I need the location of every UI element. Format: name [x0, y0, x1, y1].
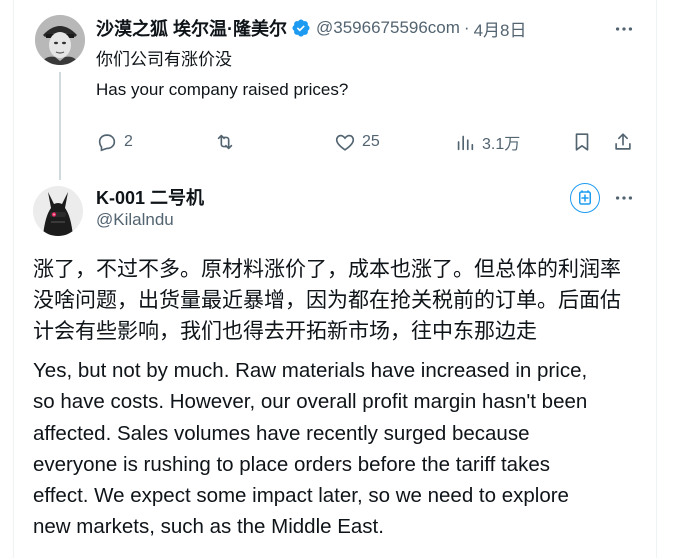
like-icon	[335, 134, 355, 151]
separator-dot: ·	[463, 18, 470, 37]
thread-connector-line	[59, 72, 61, 180]
retweet-icon	[217, 134, 233, 150]
share-icon	[615, 133, 631, 150]
reply-count: 2	[124, 133, 133, 150]
avatar-original-author[interactable]	[35, 15, 85, 65]
views-button[interactable]: 3.1万	[454, 128, 520, 156]
original-author-handle[interactable]: @3596675596com	[316, 18, 460, 38]
original-author-name[interactable]: 沙漠之狐 埃尔温·隆美尔	[96, 15, 287, 41]
bookmark-icon	[575, 133, 589, 151]
reply-author-handle[interactable]: @Kilalndu	[96, 210, 174, 230]
views-icon	[457, 135, 474, 151]
more-icon[interactable]	[613, 18, 635, 40]
avatar-reply-author[interactable]	[33, 186, 83, 236]
tweet-date[interactable]: 4月8日	[474, 16, 527, 41]
share-button[interactable]	[612, 128, 634, 156]
tweet-action-bar: 2 25 3.1万	[96, 128, 641, 156]
more-icon[interactable]	[613, 187, 635, 209]
like-count: 25	[362, 133, 380, 150]
reply-author-name[interactable]: K-001 二号机	[96, 184, 204, 210]
reply-text-en-line: Yes, but not by much. Raw materials have…	[33, 359, 588, 382]
reply-text-en-line: affected. Sales volumes have recently su…	[33, 421, 530, 445]
original-tweet-header: 沙漠之狐 埃尔温·隆美尔 @3596675596com · 4月8日	[96, 15, 527, 41]
subscribe-icon	[579, 190, 591, 205]
subscribe-button[interactable]	[570, 183, 600, 213]
views-count: 3.1万	[482, 136, 521, 153]
retweet-button[interactable]	[214, 128, 242, 156]
like-button[interactable]: 25	[334, 128, 380, 156]
reply-text-cn: 涨了，不过不多。原材料涨价了，成本也涨了。但总体的利润率 没啥问题，出货量最近暴…	[33, 254, 663, 347]
verified-badge-icon	[292, 19, 310, 37]
reply-text-en: Yes, but not by much. Raw materials have…	[33, 355, 663, 543]
reply-text-cn-line: 计会有些影响，我们也得去开拓新市场，往中东那边走	[33, 320, 537, 343]
reply-icon	[98, 134, 116, 152]
reply-button[interactable]: 2	[96, 128, 133, 156]
reply-text-en-line: effect. We expect some impact later, so …	[33, 484, 569, 508]
bookmark-button[interactable]	[571, 128, 593, 156]
reply-text-en-line: new markets, such as the Middle East.	[33, 515, 384, 539]
original-tweet-text-en: Has your company raised prices?	[96, 80, 349, 99]
reply-text-en-line: so have costs. However, our overall prof…	[33, 390, 588, 414]
reply-text-cn-line: 涨了，不过不多。原材料涨价了，成本也涨了。但总体的利润率	[33, 258, 621, 281]
reply-text-cn-line: 没啥问题，出货量最近暴增，因为都在抢关税前的订单。后面估	[33, 289, 621, 312]
reply-text-en-line: everyone is rushing to place orders befo…	[33, 452, 550, 476]
original-tweet-text-cn: 你们公司有涨价没	[96, 50, 232, 69]
